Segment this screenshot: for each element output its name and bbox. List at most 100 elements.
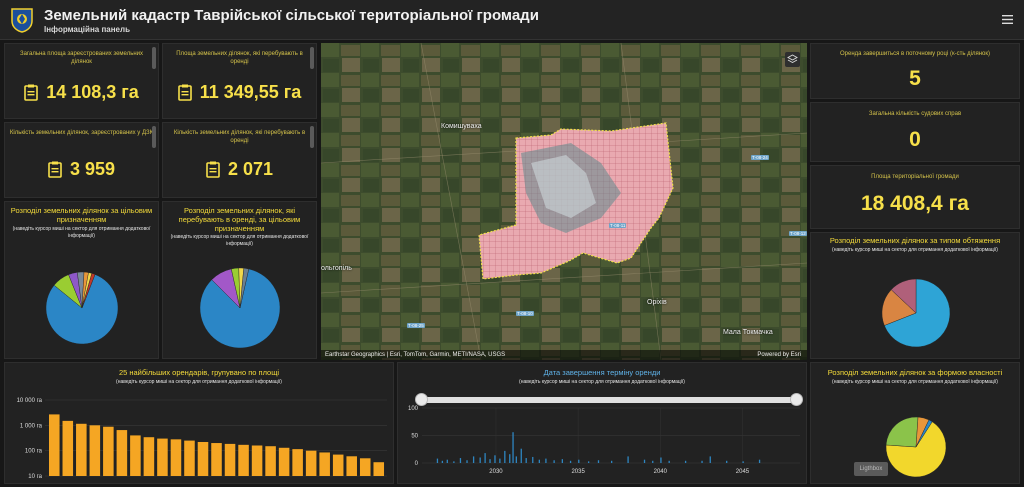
bar xyxy=(758,459,761,463)
bar xyxy=(611,460,613,463)
kpi-value: 3 959 xyxy=(69,159,116,179)
bar xyxy=(278,447,290,476)
kpi-count-lease-card: Кількість земельних ділянок, які перебув… xyxy=(162,122,317,198)
lease-end-histogram[interactable]: 100 50 0 2030 2035 2040 2045 xyxy=(398,363,807,484)
pie-slice xyxy=(885,416,919,448)
community-emblem-logo xyxy=(11,8,33,33)
bar xyxy=(453,461,455,463)
kpi-value: 11 349,55 га xyxy=(199,82,302,102)
kpi-value: 0 xyxy=(909,128,921,151)
bar xyxy=(76,423,87,476)
bar xyxy=(597,460,600,463)
bar xyxy=(545,458,547,463)
bar xyxy=(265,446,276,476)
hamburger-menu-icon[interactable] xyxy=(1002,15,1013,24)
bar xyxy=(643,459,646,463)
page-title: Земельний кадастр Таврійської сільської … xyxy=(44,7,539,24)
lightbox-button[interactable]: Ligthbox xyxy=(854,462,888,476)
y-tick-label: 10 000 га xyxy=(17,398,43,404)
date-range-slider-track[interactable] xyxy=(421,397,802,403)
bar xyxy=(742,461,744,463)
bar xyxy=(538,459,540,463)
y-tick-label: 100 га xyxy=(25,449,43,455)
date-range-slider-start-handle[interactable] xyxy=(415,393,428,406)
page-subtitle: Інформаційна панель xyxy=(44,25,131,34)
bar xyxy=(103,426,114,476)
kpi-caption: Кількість земельних ділянок, зареєстрова… xyxy=(9,130,154,136)
pie-lease-purpose-card: Розподіл земельних ділянок, які перебува… xyxy=(162,201,317,359)
bar xyxy=(494,455,496,463)
bar xyxy=(684,460,687,463)
bar xyxy=(512,432,514,463)
app-header: Земельний кадастр Таврійської сільської … xyxy=(0,0,1024,40)
kpi-caption: Загальна площа зареєстрованих земельних … xyxy=(19,51,143,65)
x-tick-label: 2045 xyxy=(736,469,750,475)
place-label: ольгопіль xyxy=(321,265,352,272)
bar xyxy=(587,461,590,463)
bar xyxy=(627,456,629,463)
y-tick-label: 1 000 га xyxy=(20,423,43,429)
bar xyxy=(652,460,654,463)
bar xyxy=(49,414,60,476)
map-view[interactable]: Комишуваха Оріхів Мала Токмачка ольгопіл… xyxy=(321,43,807,360)
kpi-value: 2 071 xyxy=(227,159,274,179)
scrollbar[interactable] xyxy=(152,126,156,148)
tenants-bar-chart[interactable]: 10 000 га 1 000 га 100 га 10 га xyxy=(5,363,394,484)
kpi-caption: Загальна кількість судових справ xyxy=(868,111,962,117)
lease-end-chart-card: Дата завершення терміну оренди (наведіть… xyxy=(397,362,807,484)
road-tag: Т-08-11 xyxy=(609,223,627,228)
satellite-map[interactable] xyxy=(321,43,807,360)
place-label: Мала Токмачка xyxy=(723,329,773,336)
bar xyxy=(726,460,728,463)
scrollbar[interactable] xyxy=(310,126,314,148)
document-icon xyxy=(48,161,62,178)
kpi-caption: Оренда завершиться в поточному році (к-с… xyxy=(840,51,990,57)
x-tick-label: 2035 xyxy=(571,469,585,475)
pie-encumbrance-card: Розподіл земельних ділянок за типом обтя… xyxy=(810,232,1020,359)
pie-chart-purpose[interactable] xyxy=(5,202,159,359)
bar xyxy=(305,450,317,476)
bar xyxy=(143,437,155,476)
pie-ownership-card: Розподіл земельних ділянок за формою вла… xyxy=(810,362,1020,484)
bar xyxy=(346,456,357,476)
layers-button[interactable] xyxy=(785,52,800,67)
kpi-lease-area-card: Площа земельних ділянок, які перебувають… xyxy=(162,43,317,119)
kpi-count-dzk-card: Кількість земельних ділянок, зареєстрова… xyxy=(4,122,159,198)
bar xyxy=(62,420,74,476)
document-icon xyxy=(177,84,192,101)
kpi-community-area-card: Площа територіальної громади 18 408,4 га xyxy=(810,165,1020,229)
pie-chart-lease-purpose[interactable] xyxy=(163,202,317,359)
kpi-total-area-card: Загальна площа зареєстрованих земельних … xyxy=(4,43,159,119)
powered-by-esri[interactable]: Powered by Esri xyxy=(757,352,801,358)
bar xyxy=(472,456,475,463)
road-tag: Т-08-10 xyxy=(516,311,534,316)
bar xyxy=(197,441,209,476)
pie-chart-encumbrance[interactable] xyxy=(811,233,1020,359)
pie-chart-ownership[interactable] xyxy=(811,363,1020,484)
bar xyxy=(211,443,222,476)
map-attribution: Earthstar Geographics | Esri, TomTom, Ga… xyxy=(321,350,807,360)
scrollbar[interactable] xyxy=(310,47,314,69)
y-tick-label: 100 xyxy=(408,406,419,412)
kpi-caption: Площа територіальної громади xyxy=(871,174,959,180)
bar xyxy=(116,430,128,476)
bar xyxy=(668,460,670,463)
place-label: Комишуваха xyxy=(441,123,482,130)
bar xyxy=(446,459,448,463)
bar xyxy=(569,460,572,463)
bar xyxy=(251,445,263,476)
bar xyxy=(436,458,439,463)
y-tick-label: 0 xyxy=(415,461,419,467)
bar xyxy=(89,425,101,476)
bar xyxy=(157,438,168,476)
road-tag: Т-08-24 xyxy=(751,155,769,160)
bar xyxy=(709,456,711,463)
scrollbar[interactable] xyxy=(152,47,156,69)
bar xyxy=(332,454,344,476)
bar xyxy=(184,440,195,476)
date-range-slider-end-handle[interactable] xyxy=(790,393,803,406)
kpi-caption: Площа земельних ділянок, які перебувають… xyxy=(176,51,303,65)
layers-icon xyxy=(787,54,798,64)
x-tick-label: 2030 xyxy=(489,469,503,475)
bar xyxy=(532,456,534,463)
